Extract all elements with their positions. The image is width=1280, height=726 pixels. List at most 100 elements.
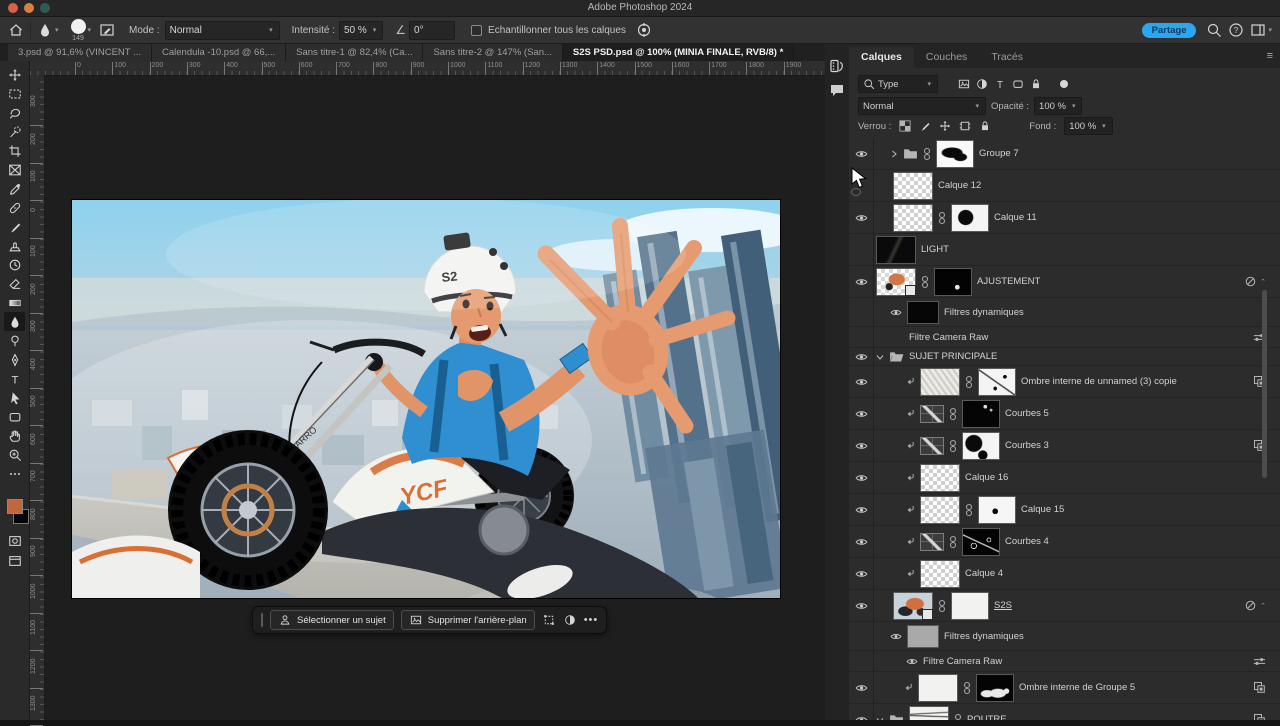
layer-name[interactable]: AJUSTEMENT [977, 276, 1040, 287]
effects-toggle-icon[interactable]: ⌃ [1244, 599, 1266, 612]
layer-row[interactable]: ⌃ AJUSTEMENT [849, 266, 1280, 298]
layer-visibility-eye-icon[interactable] [849, 430, 874, 461]
type-tool-icon[interactable]: T [4, 369, 25, 388]
document-tab-4[interactable]: S2S PSD.psd @ 100% (MINIA FINALE, RVB/8)… [563, 44, 794, 61]
lock-artboard-icon[interactable] [959, 120, 971, 132]
foreground-color-swatch[interactable] [7, 499, 23, 514]
panel-tab-couches[interactable]: Couches [914, 47, 979, 68]
layer-row[interactable]: Calque 16 [849, 462, 1280, 494]
mask-link-icon[interactable] [963, 681, 971, 695]
layer-name[interactable]: Calque 4 [965, 568, 1003, 579]
mask-link-icon[interactable] [954, 713, 962, 721]
layer-row[interactable]: Filtres dynamiques [849, 298, 1280, 327]
layer-name[interactable]: Calque 15 [1021, 504, 1064, 515]
select-subject-button[interactable]: Sélectionner un sujet [270, 610, 394, 630]
panel-tab-calques[interactable]: Calques [849, 47, 914, 68]
search-icon[interactable] [1206, 22, 1222, 38]
mask-link-icon[interactable] [938, 599, 946, 613]
layer-mask-thumbnail[interactable] [976, 674, 1014, 702]
path-selection-tool-icon[interactable] [4, 388, 25, 407]
layer-name[interactable]: Courbes 4 [1005, 536, 1049, 547]
brush-settings-icon[interactable] [99, 22, 115, 38]
crop-tool-icon[interactable] [4, 141, 25, 160]
layer-visibility-toggle[interactable] [849, 170, 874, 201]
layer-thumbnail[interactable] [920, 533, 944, 551]
taskbar-drag-handle[interactable] [261, 613, 263, 627]
layer-name[interactable]: Courbes 3 [1005, 440, 1049, 451]
adjustment-filter-icon[interactable] [976, 78, 988, 90]
layer-thumbnail[interactable] [909, 706, 949, 721]
layer-name[interactable]: Filtres dynamiques [944, 631, 1024, 642]
share-button[interactable]: Partage [1142, 23, 1197, 38]
hand-tool-icon[interactable] [4, 426, 25, 445]
lasso-tool-icon[interactable] [4, 103, 25, 122]
layer-visibility-eye-icon[interactable] [890, 632, 902, 641]
layer-visibility-eye-icon[interactable] [849, 138, 874, 169]
layer-row[interactable]: Calque 15 [849, 494, 1280, 526]
blend-mode-select[interactable]: Normal▾ [858, 97, 986, 115]
layer-row[interactable]: Courbes 5 [849, 398, 1280, 430]
layer-name[interactable]: Filtre Camera Raw [923, 656, 1002, 667]
layer-name[interactable]: POUTRE [967, 714, 1007, 720]
layer-mask-thumbnail[interactable] [962, 432, 1000, 460]
mask-link-icon[interactable] [921, 275, 929, 289]
layer-mask-thumbnail[interactable] [978, 368, 1016, 396]
history-panel-icon[interactable] [829, 58, 845, 74]
gradient-tool-icon[interactable] [4, 293, 25, 312]
mask-link-icon[interactable] [965, 503, 973, 517]
shape-filter-icon[interactable] [1012, 78, 1024, 90]
layer-name[interactable]: Ombre interne de Groupe 5 [1019, 682, 1135, 693]
layer-filter-select[interactable]: Type ▾ [858, 75, 938, 93]
remove-background-button[interactable]: Supprimer l'arrière-plan [401, 610, 535, 630]
layer-visibility-toggle[interactable] [849, 327, 874, 347]
layer-thumbnail[interactable] [920, 464, 960, 492]
group-expand-chevron-icon[interactable] [876, 353, 884, 361]
opacity-field[interactable]: 100 %▾ [1034, 97, 1082, 115]
comments-panel-icon[interactable] [829, 82, 845, 98]
layer-name[interactable]: LIGHT [921, 244, 949, 255]
layer-name[interactable]: SUJET PRINCIPALE [909, 351, 997, 362]
layer-name[interactable]: Groupe 7 [979, 148, 1019, 159]
layer-row[interactable]: Calque 11 [849, 202, 1280, 234]
blur-tool-icon[interactable] [37, 22, 53, 38]
layer-visibility-eye-icon[interactable] [849, 298, 874, 326]
layer-visibility-eye-icon[interactable] [906, 657, 918, 666]
copy-badge-icon[interactable] [1253, 681, 1266, 694]
canvas-image[interactable]: YCF ARRO S2 [72, 200, 780, 598]
angle-field[interactable]: 0° [409, 21, 455, 40]
zoom-tool-icon[interactable] [4, 445, 25, 464]
layer-name[interactable]: Filtres dynamiques [944, 307, 1024, 318]
home-icon[interactable] [8, 22, 24, 38]
group-expand-chevron-icon[interactable] [876, 716, 884, 721]
layer-thumbnail[interactable] [876, 236, 916, 264]
history-brush-tool-icon[interactable] [4, 255, 25, 274]
workspace-icon[interactable] [1250, 22, 1266, 38]
layer-name[interactable]: S2S [994, 600, 1012, 611]
layer-row[interactable]: Courbes 3 [849, 430, 1280, 462]
dodge-tool-icon[interactable] [4, 331, 25, 350]
mask-link-icon[interactable] [923, 147, 931, 161]
effects-toggle-icon[interactable]: ⌃ [1244, 275, 1266, 288]
document-tab-2[interactable]: Sans titre-1 @ 82,4% (Ca... [286, 44, 423, 61]
layer-thumbnail[interactable] [893, 592, 933, 620]
group-expand-chevron-icon[interactable] [890, 150, 898, 158]
pen-tool-icon[interactable] [4, 350, 25, 369]
marquee-tool-icon[interactable] [4, 84, 25, 103]
tool-preset-chevron[interactable]: ▾ [55, 26, 59, 34]
layer-name[interactable]: Courbes 5 [1005, 408, 1049, 419]
layer-mask-thumbnail[interactable] [962, 400, 1000, 428]
layer-row[interactable]: ⌃ S2S [849, 590, 1280, 622]
mode-select[interactable]: Normal▾ [165, 21, 280, 40]
layer-mask-thumbnail[interactable] [934, 268, 972, 296]
layer-visibility-eye-icon[interactable] [849, 462, 874, 493]
brush-picker-chevron[interactable]: ▾ [88, 26, 92, 34]
layer-name[interactable]: Calque 11 [994, 212, 1037, 223]
pixel-filter-icon[interactable] [958, 78, 970, 90]
layer-row[interactable]: Calque 4 [849, 558, 1280, 590]
layer-visibility-toggle[interactable] [849, 234, 874, 265]
layer-mask-thumbnail[interactable] [936, 140, 974, 168]
layer-visibility-eye-icon[interactable] [849, 558, 874, 589]
layer-mask-thumbnail[interactable] [962, 528, 1000, 556]
layer-row[interactable]: Calque 12 [849, 170, 1280, 202]
fill-field[interactable]: 100 %▾ [1064, 117, 1112, 135]
